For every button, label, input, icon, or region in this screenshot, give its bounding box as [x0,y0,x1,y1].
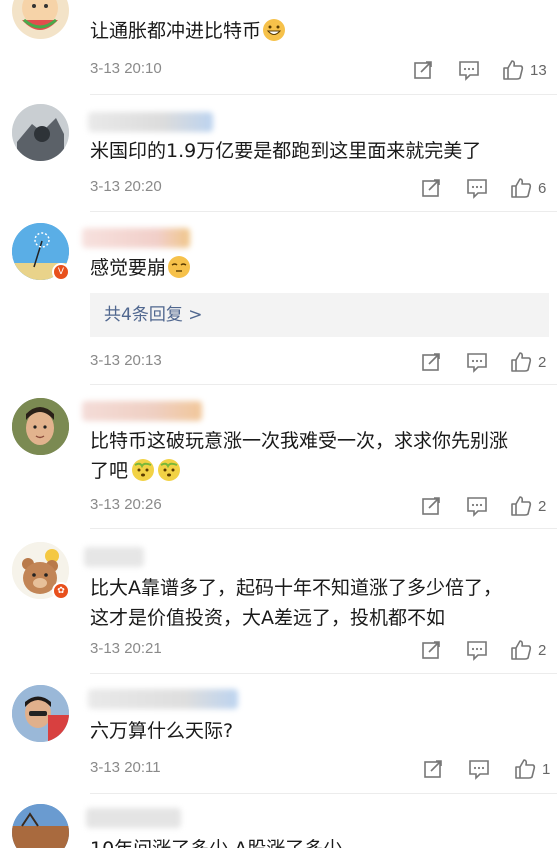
username-blurred[interactable] [82,401,202,421]
avatar[interactable] [12,398,69,455]
like-count: 2 [538,641,547,659]
repost-button[interactable] [420,350,442,374]
repost-icon [422,641,440,659]
dizzy-emoji-icon [132,459,155,481]
divider [90,673,557,674]
repost-icon [422,353,440,371]
repost-button[interactable] [420,638,442,662]
thumbs-up-icon [511,640,532,660]
comment-button[interactable] [466,350,488,374]
timestamp: 3-13 20:10 [90,60,162,77]
repost-icon [424,760,442,778]
thumbs-up-icon [503,60,524,80]
thumbs-up-icon [511,352,532,372]
like-count: 1 [542,760,551,778]
comment-icon [467,353,487,373]
repost-icon [422,179,440,197]
comment-meta: 3-13 20:10 13 [90,58,547,82]
username-blurred[interactable] [88,112,213,132]
comment-icon [467,641,487,661]
comment-text: 米国印的1.9万亿要是都跑到这里面来就完美了 [90,140,482,162]
comment-meta: 3-13 20:21 2 [90,638,546,662]
avatar[interactable] [12,104,69,161]
timestamp: 3-13 20:26 [90,496,162,513]
repost-button[interactable] [420,176,442,200]
like-button[interactable]: 2 [510,494,546,518]
view-replies-link[interactable]: 共4条回复 > [90,293,549,337]
divider [90,528,557,529]
like-count: 13 [530,61,547,79]
comment-button[interactable] [466,176,488,200]
comment-meta: 3-13 20:11 1 [90,757,550,781]
like-count: 6 [538,179,547,197]
like-button[interactable]: 13 [502,58,547,82]
username-blurred[interactable] [88,689,238,709]
comment-icon [467,179,487,199]
comment-text: 10年间涨了多少 A股涨了多少 [90,834,545,848]
repost-button[interactable] [412,58,434,82]
repost-button[interactable] [420,494,442,518]
avatar[interactable] [12,685,69,742]
verified-badge-icon: V [52,263,70,281]
comment-text: 让通胀都冲进比特币 [90,16,545,46]
comment-icon [459,61,479,81]
comment-meta: 3-13 20:26 2 [90,494,546,518]
verified-badge-icon: ✿ [52,582,70,600]
repost-icon [414,61,432,79]
comment-button[interactable] [466,494,488,518]
comment-text: 六万算什么天际? [90,720,234,742]
comment-meta: 3-13 20:13 2 [90,350,546,374]
comment-button[interactable] [468,757,490,781]
dizzy-emoji-icon [158,459,181,481]
username-blurred[interactable] [84,547,144,567]
grin-emoji-icon [263,19,286,41]
thumbs-up-icon [515,759,536,779]
username-blurred[interactable] [82,228,190,248]
comment-button[interactable] [466,638,488,662]
divider [90,793,557,794]
divider [90,384,557,385]
timestamp: 3-13 20:21 [90,640,162,657]
comment-icon [469,760,489,780]
comment-button[interactable] [458,58,480,82]
like-count: 2 [538,353,547,371]
like-button[interactable]: 2 [510,638,546,662]
like-count: 2 [538,497,547,515]
like-button[interactable]: 6 [510,176,546,200]
timestamp: 3-13 20:11 [90,759,161,776]
timestamp: 3-13 20:20 [90,178,162,195]
repost-icon [422,497,440,515]
divider [90,94,557,95]
thumbs-up-icon [511,178,532,198]
thumbs-up-icon [511,496,532,516]
username-blurred[interactable] [86,808,181,828]
comment-icon [467,497,487,517]
like-button[interactable]: 1 [514,757,550,781]
repost-button[interactable] [422,757,444,781]
comment-text: 比特币这破玩意涨一次我难受一次，求求你先别涨 了吧 [90,430,509,482]
avatar[interactable] [12,0,69,39]
like-button[interactable]: 2 [510,350,546,374]
comment-text: 比大A靠谱多了，起码十年不知道涨了多少倍了， 这才是价值投资，大A差远了，投机都… [90,577,502,629]
avatar[interactable] [12,804,69,848]
comment-text: 感觉要崩 [90,253,545,283]
sleepy-emoji-icon [168,256,191,278]
divider [90,211,557,212]
comment-meta: 3-13 20:20 6 [90,176,546,200]
timestamp: 3-13 20:13 [90,352,162,369]
